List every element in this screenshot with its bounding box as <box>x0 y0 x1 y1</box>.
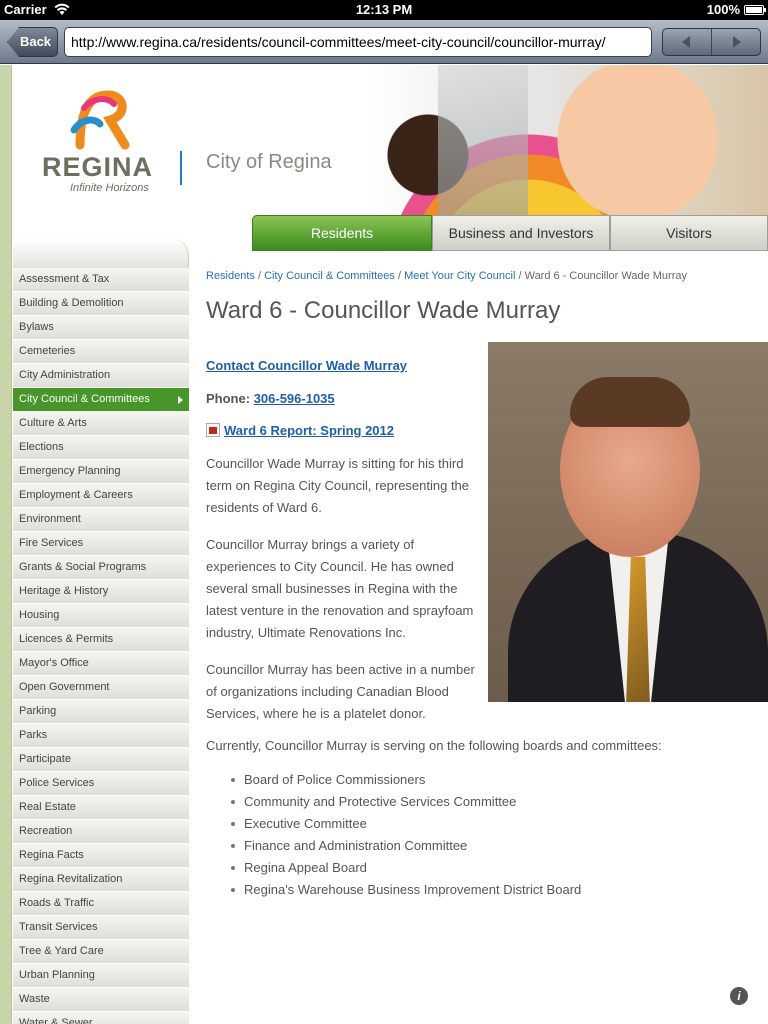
profile-text: Contact Councillor Wade Murray Phone: 30… <box>206 358 476 725</box>
bio-paragraph: Councillor Wade Murray is sitting for hi… <box>206 456 470 515</box>
main-content: Residents / City Council & Committees / … <box>206 270 768 901</box>
page-edge <box>0 65 12 1024</box>
page-title: Ward 6 - Councillor Wade Murray <box>206 297 561 324</box>
sidebar-item-grants-social-programs[interactable]: Grants & Social Programs <box>13 556 189 580</box>
sidebar-item-cemeteries[interactable]: Cemeteries <box>13 340 189 364</box>
sidebar-header <box>13 238 189 268</box>
header-divider <box>180 151 182 185</box>
sidebar-item-tree-yard-care[interactable]: Tree & Yard Care <box>13 940 189 964</box>
tab-visitors[interactable]: Visitors <box>610 215 768 251</box>
sidebar-item-parks[interactable]: Parks <box>13 724 189 748</box>
breadcrumb-link-residents[interactable]: Residents <box>206 270 255 282</box>
status-bar: Carrier 12:13 PM 100% <box>0 0 768 20</box>
sidebar-item-waste[interactable]: Waste <box>13 988 189 1012</box>
sidebar-nav: Assessment & Tax Building & Demolition B… <box>13 268 189 1024</box>
skyline-image <box>438 65 528 215</box>
list-item: Regina Appeal Board <box>231 857 768 879</box>
sidebar-item-parking[interactable]: Parking <box>13 700 189 724</box>
sidebar-item-licences-permits[interactable]: Licences & Permits <box>13 628 189 652</box>
sidebar-item-culture-arts[interactable]: Culture & Arts <box>13 412 189 436</box>
previous-page-button[interactable] <box>663 29 711 55</box>
info-icon[interactable]: i <box>730 987 748 1005</box>
photo-hair <box>570 377 690 427</box>
contact-councillor-link[interactable]: Contact Councillor Wade Murray <box>206 358 476 373</box>
sidebar-item-elections[interactable]: Elections <box>13 436 189 460</box>
sidebar-item-heritage-history[interactable]: Heritage & History <box>13 580 189 604</box>
history-nav <box>662 28 761 56</box>
next-page-button[interactable] <box>711 29 760 55</box>
sidebar-item-regina-facts[interactable]: Regina Facts <box>13 844 189 868</box>
pdf-icon <box>206 423 220 437</box>
sidebar-item-roads-traffic[interactable]: Roads & Traffic <box>13 892 189 916</box>
sidebar-item-real-estate[interactable]: Real Estate <box>13 796 189 820</box>
breadcrumb-separator: / <box>518 270 522 282</box>
committees-intro: Currently, Councillor Murray is serving … <box>206 738 662 753</box>
sidebar-item-city-council-committees[interactable]: City Council & Committees <box>13 388 189 412</box>
regina-logo[interactable]: REGINA Infinite Horizons <box>40 90 170 200</box>
battery-percentage: 100% <box>706 2 740 17</box>
sidebar-item-bylaws[interactable]: Bylaws <box>13 316 189 340</box>
browser-toolbar: Back http://www.regina.ca/residents/coun… <box>0 20 768 64</box>
sidebar-item-regina-revitalization[interactable]: Regina Revitalization <box>13 868 189 892</box>
sidebar: Assessment & Tax Building & Demolition B… <box>13 238 189 1024</box>
list-item: Finance and Administration Committee <box>231 835 768 857</box>
breadcrumb: Residents / City Council & Committees / … <box>206 270 768 282</box>
main-tabs: Residents Business and Investors Visitor… <box>252 215 768 251</box>
sidebar-item-participate[interactable]: Participate <box>13 748 189 772</box>
sidebar-item-mayors-office[interactable]: Mayor's Office <box>13 652 189 676</box>
sidebar-item-open-government[interactable]: Open Government <box>13 676 189 700</box>
regina-logo-mark <box>70 90 130 150</box>
sidebar-item-water-sewer[interactable]: Water & Sewer <box>13 1012 189 1024</box>
sidebar-item-urban-planning[interactable]: Urban Planning <box>13 964 189 988</box>
chevron-left-icon <box>682 36 690 48</box>
sidebar-item-fire-services[interactable]: Fire Services <box>13 532 189 556</box>
logo-wordmark: REGINA <box>42 152 154 182</box>
breadcrumb-current: Ward 6 - Councillor Wade Murray <box>524 270 687 282</box>
phone-number-link[interactable]: 306-596-1035 <box>254 391 335 406</box>
bio-paragraph: Councillor Murray brings a variety of ex… <box>206 537 474 640</box>
list-item: Regina's Warehouse Business Improvement … <box>231 879 768 901</box>
back-button[interactable]: Back <box>7 27 58 57</box>
sidebar-item-emergency-planning[interactable]: Emergency Planning <box>13 460 189 484</box>
battery-icon <box>744 5 766 15</box>
sidebar-item-police-services[interactable]: Police Services <box>13 772 189 796</box>
ward-report-link[interactable]: Ward 6 Report: Spring 2012 <box>224 423 394 438</box>
councillor-photo <box>488 342 768 702</box>
list-item: Community and Protective Services Commit… <box>231 791 768 813</box>
chevron-right-icon <box>733 36 741 48</box>
sidebar-item-recreation[interactable]: Recreation <box>13 820 189 844</box>
bio-paragraph: Councillor Murray has been active in a n… <box>206 662 475 721</box>
list-item: Executive Committee <box>231 813 768 835</box>
breadcrumb-separator: / <box>398 270 402 282</box>
ward-report-line: Ward 6 Report: Spring 2012 <box>206 423 476 438</box>
web-page: REGINA Infinite Horizons City of Regina … <box>0 65 768 1024</box>
breadcrumb-link-council-committees[interactable]: City Council & Committees <box>264 270 395 282</box>
phone-label: Phone: <box>206 391 251 406</box>
list-item: Board of Police Commissioners <box>231 769 768 791</box>
url-field[interactable]: http://www.regina.ca/residents/council-c… <box>64 27 652 57</box>
clock: 12:13 PM <box>355 2 413 17</box>
sidebar-item-housing[interactable]: Housing <box>13 604 189 628</box>
sidebar-item-building-demolition[interactable]: Building & Demolition <box>13 292 189 316</box>
tab-residents[interactable]: Residents <box>252 215 432 251</box>
sidebar-item-environment[interactable]: Environment <box>13 508 189 532</box>
tab-business-and-investors[interactable]: Business and Investors <box>432 215 610 251</box>
breadcrumb-separator: / <box>257 270 262 282</box>
breadcrumb-link-meet-council[interactable]: Meet Your City Council <box>404 270 515 282</box>
sidebar-item-assessment-tax[interactable]: Assessment & Tax <box>13 268 189 292</box>
city-name: City of Regina <box>206 151 332 173</box>
committees-list: Board of Police Commissioners Community … <box>206 769 768 901</box>
header-banner-image <box>368 65 768 215</box>
sidebar-item-transit-services[interactable]: Transit Services <box>13 916 189 940</box>
logo-tagline: Infinite Horizons <box>70 182 149 194</box>
sidebar-item-employment-careers[interactable]: Employment & Careers <box>13 484 189 508</box>
sidebar-item-city-administration[interactable]: City Administration <box>13 364 189 388</box>
phone-line: Phone: 306-596-1035 <box>206 391 476 406</box>
